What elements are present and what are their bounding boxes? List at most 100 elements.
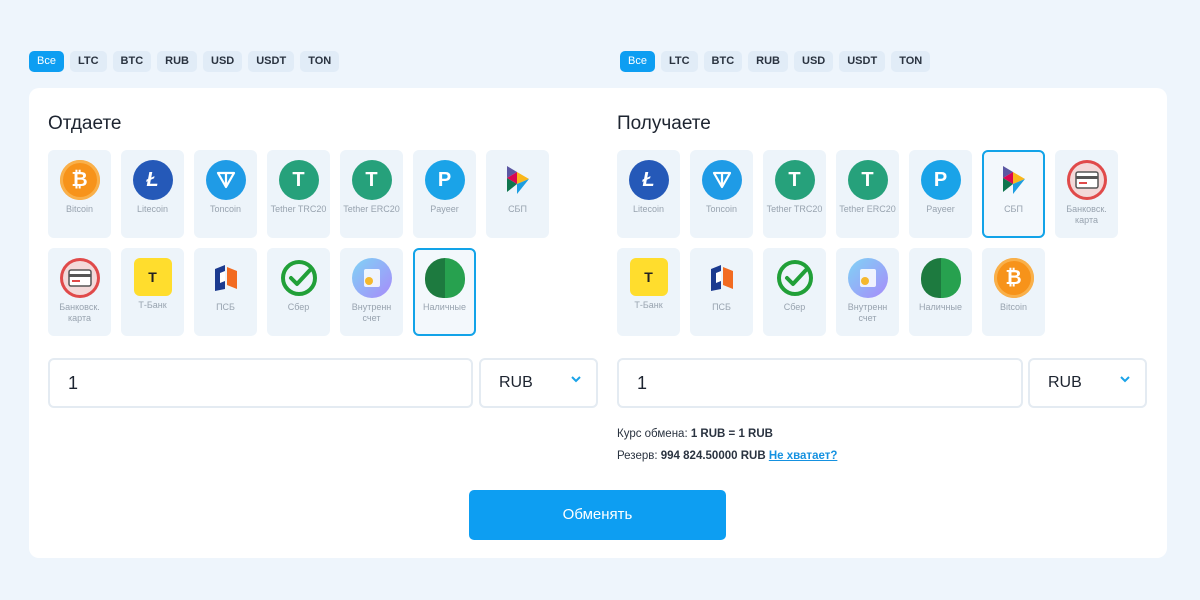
filter-btc[interactable]: BTC <box>703 51 743 72</box>
filter-ton[interactable]: TON <box>300 51 340 72</box>
tether-icon: T <box>278 160 319 200</box>
method-litecoin[interactable]: Ł Litecoin <box>617 150 680 238</box>
sbp-icon <box>498 160 538 200</box>
psb-icon <box>206 258 246 298</box>
method-label: Сбер <box>783 302 806 312</box>
cash-icon <box>920 258 961 298</box>
method-bitcoin[interactable]: ₿ Bitcoin <box>982 248 1045 336</box>
method-litecoin[interactable]: Ł Litecoin <box>121 150 184 238</box>
method-internal-account[interactable]: Внутренн счет <box>836 248 899 336</box>
litecoin-icon: Ł <box>132 160 173 200</box>
method-cash[interactable]: Наличные <box>413 248 476 336</box>
method-label: Toncoin <box>209 204 242 214</box>
method-psb[interactable]: ПСБ <box>194 248 257 336</box>
method-tether-erc20[interactable]: T Tether ERC20 <box>836 150 899 238</box>
chevron-down-icon <box>1120 376 1130 383</box>
filter-all[interactable]: Все <box>29 51 64 72</box>
filter-rub[interactable]: RUB <box>157 51 197 72</box>
bitcoin-icon: ₿ <box>993 258 1034 298</box>
method-label: Банковск. карта <box>1066 204 1107 225</box>
method-label: Bitcoin <box>65 204 93 214</box>
filter-ltc[interactable]: LTC <box>69 51 107 72</box>
give-methods-grid: ₿ Bitcoin Ł Litecoin Toncoin T Tether TR… <box>48 150 549 336</box>
method-sbp[interactable]: СБП <box>486 150 549 238</box>
rate-value: 1 RUB = 1 RUB <box>690 428 773 440</box>
filter-rub[interactable]: RUB <box>748 51 788 72</box>
method-label: Банковск. карта <box>59 302 100 323</box>
sber-icon <box>775 258 815 298</box>
method-tbank[interactable]: T Т-Банк <box>617 248 680 336</box>
receive-amount-input[interactable]: 1 <box>617 358 1023 408</box>
reserve-info: Резерв: 994 824.50000 RUB Не хватает? <box>617 450 837 462</box>
method-payeer[interactable]: P Payeer <box>909 150 972 238</box>
method-label: Tether ERC20 <box>343 204 400 214</box>
method-tether-trc20[interactable]: T Tether TRC20 <box>763 150 826 238</box>
give-currency-value: RUB <box>499 374 533 391</box>
not-enough-link[interactable]: Не хватает? <box>769 450 838 462</box>
give-filter-bar: Все LTC BTC RUB USD USDT TON <box>29 51 340 72</box>
method-bitcoin[interactable]: ₿ Bitcoin <box>48 150 111 238</box>
method-toncoin[interactable]: Toncoin <box>690 150 753 238</box>
method-cash[interactable]: Наличные <box>909 248 972 336</box>
toncoin-icon <box>205 160 246 200</box>
method-label: Сбер <box>287 302 310 312</box>
receive-currency-select[interactable]: RUB <box>1028 358 1147 408</box>
bitcoin-icon: ₿ <box>59 160 100 200</box>
toncoin-icon <box>701 160 742 200</box>
sber-icon <box>279 258 319 298</box>
exchange-button[interactable]: Обменять <box>469 490 726 540</box>
method-label: Tether TRC20 <box>766 204 823 214</box>
receive-currency-value: RUB <box>1048 374 1082 391</box>
filter-usdt[interactable]: USDT <box>839 51 886 72</box>
method-bank-card[interactable]: Банковск. карта <box>48 248 111 336</box>
method-tbank[interactable]: T Т-Банк <box>121 248 184 336</box>
filter-ton[interactable]: TON <box>891 51 931 72</box>
method-label: Наличные <box>423 302 466 312</box>
tbank-icon: T <box>133 258 172 296</box>
litecoin-icon: Ł <box>628 160 669 200</box>
reserve-value: 994 824.50000 RUB <box>660 450 766 462</box>
filter-ltc[interactable]: LTC <box>660 51 698 72</box>
method-psb[interactable]: ПСБ <box>690 248 753 336</box>
tether-icon: T <box>351 160 392 200</box>
filter-usdt[interactable]: USDT <box>248 51 295 72</box>
method-internal-account[interactable]: Внутренн счет <box>340 248 403 336</box>
receive-title: Получаете <box>617 113 711 134</box>
bank-card-icon <box>1066 160 1107 200</box>
method-label: Bitcoin <box>999 302 1027 312</box>
method-label: Наличные <box>919 302 962 312</box>
internal-account-icon <box>351 258 392 298</box>
method-bank-card[interactable]: Банковск. карта <box>1055 150 1118 238</box>
filter-usd[interactable]: USD <box>203 51 243 72</box>
filter-usd[interactable]: USD <box>794 51 834 72</box>
reserve-label: Резерв: <box>617 450 658 462</box>
method-sber[interactable]: Сбер <box>267 248 330 336</box>
cash-icon <box>424 258 465 298</box>
tether-icon: T <box>847 160 888 200</box>
tbank-icon: T <box>629 258 668 296</box>
give-amount-input[interactable]: 1 <box>48 358 473 408</box>
method-label: Litecoin <box>632 204 665 214</box>
exchange-rate: Курс обмена: 1 RUB = 1 RUB <box>617 428 773 440</box>
method-toncoin[interactable]: Toncoin <box>194 150 257 238</box>
receive-filter-bar: Все LTC BTC RUB USD USDT TON <box>620 51 931 72</box>
method-label: Payeer <box>926 204 955 214</box>
exchange-card: Отдаете ₿ Bitcoin Ł Litecoin Toncoin T T… <box>29 88 1167 558</box>
rate-label: Курс обмена: <box>617 428 688 440</box>
filter-all[interactable]: Все <box>620 51 655 72</box>
method-tether-erc20[interactable]: T Tether ERC20 <box>340 150 403 238</box>
chevron-down-icon <box>571 376 581 383</box>
method-label: Т-Банк <box>138 300 167 310</box>
give-title: Отдаете <box>48 113 122 134</box>
method-sber[interactable]: Сбер <box>763 248 826 336</box>
method-label: Т-Банк <box>634 300 663 310</box>
filter-btc[interactable]: BTC <box>112 51 152 72</box>
bank-card-icon <box>59 258 100 298</box>
method-label: Внутренн счет <box>847 302 888 323</box>
sbp-icon <box>994 160 1034 200</box>
method-label: СБП <box>1004 204 1023 214</box>
method-payeer[interactable]: P Payeer <box>413 150 476 238</box>
method-sbp[interactable]: СБП <box>982 150 1045 238</box>
give-currency-select[interactable]: RUB <box>479 358 598 408</box>
method-tether-trc20[interactable]: T Tether TRC20 <box>267 150 330 238</box>
